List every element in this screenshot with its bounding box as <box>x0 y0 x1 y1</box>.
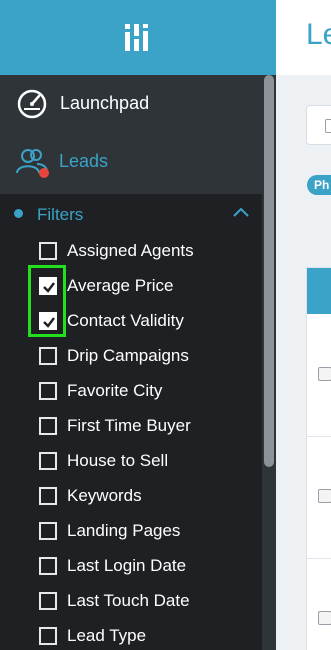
filter-label: Contact Validity <box>67 311 184 330</box>
tag-pill[interactable]: Ph <box>307 175 331 195</box>
gauge-icon <box>17 89 47 119</box>
search-checkbox[interactable] <box>325 119 331 133</box>
filter-item[interactable]: Last Login Date <box>0 549 262 584</box>
filters-panel: Filters Assigned Agents Average Price Cont… <box>0 194 262 650</box>
filter-label: Last Login Date <box>67 556 187 575</box>
filter-item[interactable]: House to Sell <box>0 444 262 479</box>
search-box[interactable] <box>306 105 331 145</box>
page-title: Le <box>306 18 331 51</box>
chevron-up-icon[interactable] <box>232 205 250 219</box>
filter-item[interactable]: Average Price <box>0 269 262 304</box>
app-logo-icon <box>125 23 148 51</box>
checkbox-checked[interactable] <box>39 277 57 295</box>
filter-item[interactable]: First Time Buyer <box>0 409 262 444</box>
checkbox-unchecked[interactable] <box>39 522 57 540</box>
checkbox-checked[interactable] <box>39 312 57 330</box>
row-checkbox[interactable] <box>318 489 331 503</box>
filters-dot-icon <box>14 209 23 218</box>
filter-item[interactable]: Last Touch Date <box>0 584 262 619</box>
filter-label: Favorite City <box>67 381 163 400</box>
checkbox-unchecked[interactable] <box>39 452 57 470</box>
checkbox-unchecked[interactable] <box>39 487 57 505</box>
sidebar-scrollbar[interactable] <box>264 75 274 467</box>
filter-item[interactable]: Lead Type <box>0 619 262 650</box>
table-row[interactable] <box>307 314 331 437</box>
leads-table <box>306 267 331 650</box>
checkbox-unchecked[interactable] <box>39 592 57 610</box>
row-checkbox[interactable] <box>318 611 331 625</box>
users-icon <box>16 149 49 178</box>
nav-leads[interactable]: Leads <box>0 133 262 191</box>
filter-label: Lead Type <box>67 626 147 645</box>
filter-label: House to Sell <box>67 451 169 470</box>
filter-label: Landing Pages <box>67 521 181 540</box>
main-content: Ph <box>276 75 331 650</box>
filter-item[interactable]: Assigned Agents <box>0 234 262 269</box>
filter-label: Last Touch Date <box>67 591 190 610</box>
main-header: Le <box>276 0 331 75</box>
nav-launchpad-label: Launchpad <box>60 93 150 113</box>
filter-label: Assigned Agents <box>67 241 194 260</box>
filter-item[interactable]: Keywords <box>0 479 262 514</box>
filters-label: Filters <box>37 205 84 224</box>
nav-leads-label: Leads <box>59 151 109 171</box>
logo-bar[interactable] <box>0 0 276 75</box>
check-icon <box>43 317 55 328</box>
filter-item[interactable]: Drip Campaigns <box>0 339 262 374</box>
filter-label: First Time Buyer <box>67 416 191 435</box>
table-row[interactable] <box>307 436 331 559</box>
nav-launchpad[interactable]: Launchpad <box>0 75 262 133</box>
table-row[interactable] <box>307 558 331 650</box>
filter-label: Average Price <box>67 276 174 295</box>
table-header <box>307 268 331 314</box>
row-checkbox[interactable] <box>318 367 331 381</box>
checkbox-unchecked[interactable] <box>39 242 57 260</box>
filter-label: Keywords <box>67 486 142 505</box>
filter-item[interactable]: Contact Validity <box>0 304 262 339</box>
filter-label: Drip Campaigns <box>67 346 189 365</box>
check-icon <box>43 282 55 293</box>
checkbox-unchecked[interactable] <box>39 347 57 365</box>
checkbox-unchecked[interactable] <box>39 557 57 575</box>
filter-item[interactable]: Favorite City <box>0 374 262 409</box>
checkbox-unchecked[interactable] <box>39 627 57 645</box>
sidebar: Launchpad Leads Filters Assigned Agents A… <box>0 75 276 650</box>
checkbox-unchecked[interactable] <box>39 417 57 435</box>
filter-item[interactable]: Landing Pages <box>0 514 262 549</box>
checkbox-unchecked[interactable] <box>39 382 57 400</box>
filters-header[interactable]: Filters <box>0 194 262 234</box>
